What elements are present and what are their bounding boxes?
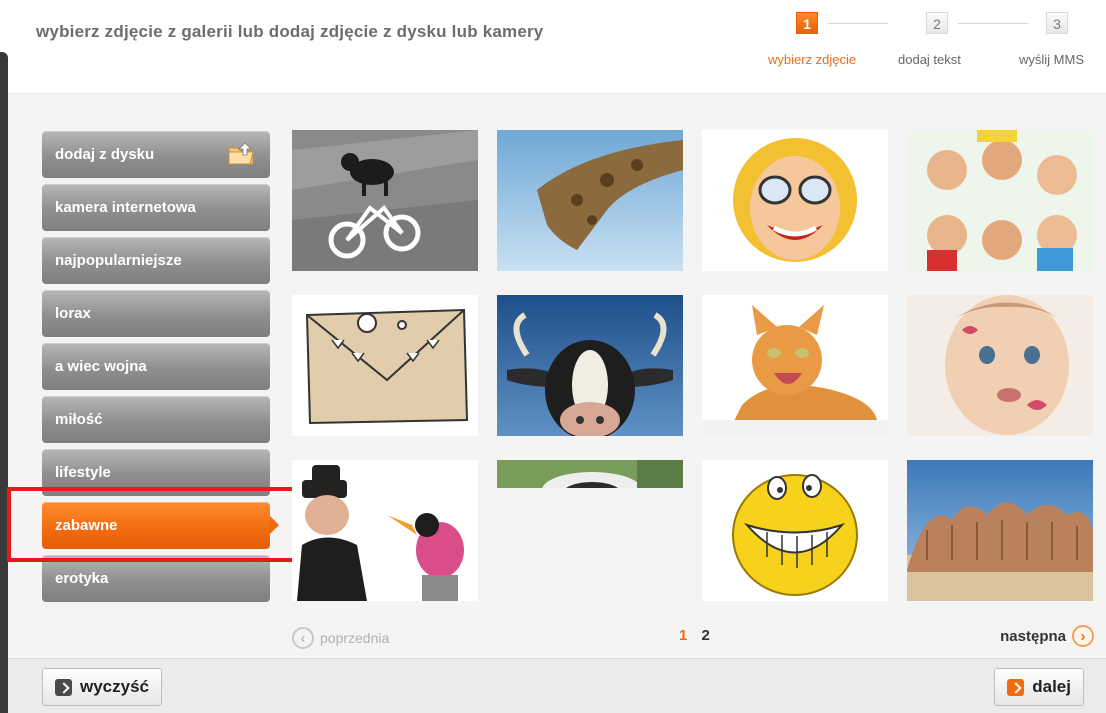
sidebar-item-milosc[interactable]: miłość: [42, 396, 270, 443]
folder-upload-icon: [228, 142, 254, 165]
dog-on-bicycle-sign-image: [292, 130, 478, 271]
left-frame-edge: [0, 52, 8, 713]
step-1-label: wybierz zdjęcie: [768, 52, 857, 67]
step-3-number: 3: [1046, 12, 1068, 34]
cartoon-envelope-image: [292, 295, 478, 436]
step-3-label: wyślij MMS: [1019, 52, 1084, 67]
next-button-label: dalej: [1032, 677, 1071, 696]
page-1-link[interactable]: 1: [679, 627, 687, 644]
page: wybierz zdjęcie z galerii lub dodaj zdję…: [0, 0, 1106, 713]
feet-beach-image: [907, 460, 1093, 601]
sidebar-item-label: najpopularniejsze: [55, 252, 182, 269]
gallery-thumbnail[interactable]: [702, 295, 888, 436]
sidebar-item-label: kamera internetowa: [55, 199, 196, 216]
sidebar-item-label: lorax: [55, 305, 91, 322]
step-connector: [828, 23, 888, 24]
cow-head-image: [497, 295, 683, 436]
cow-nose-image: [497, 460, 683, 488]
gallery-thumbnail[interactable]: [907, 460, 1093, 601]
sidebar-item-lorax[interactable]: lorax: [42, 290, 270, 337]
gallery-thumbnail[interactable]: [907, 295, 1093, 436]
gallery-thumbnail[interactable]: [292, 460, 478, 601]
laughing-kitten-image: [702, 295, 888, 436]
page-numbers: 1 2: [679, 627, 720, 644]
gallery-thumbnail[interactable]: [292, 130, 478, 271]
gallery-thumbnail[interactable]: [702, 130, 888, 271]
sidebar-item-najpopularniejsze[interactable]: najpopularniejsze: [42, 237, 270, 284]
step-2-label: dodaj tekst: [898, 52, 961, 67]
page-2-link[interactable]: 2: [702, 627, 710, 644]
arrow-icon: [1007, 678, 1025, 696]
previous-page-label: poprzednia: [320, 630, 390, 646]
next-page-link[interactable]: następna ›: [1000, 625, 1094, 647]
sidebar-item-label: erotyka: [55, 570, 109, 587]
sidebar-item-label: lifestyle: [55, 464, 111, 481]
selection-highlight: [7, 487, 296, 562]
step-connector: [958, 23, 1028, 24]
step-2-number: 2: [926, 12, 948, 34]
step-1-number: 1: [796, 12, 818, 34]
gallery-thumbnail[interactable]: [292, 295, 478, 436]
action-bar: [8, 658, 1106, 713]
man-with-puppet-image: [292, 460, 478, 601]
next-page-label: następna: [1000, 627, 1066, 645]
giraffe-image: [497, 130, 683, 271]
sidebar-item-erotyka[interactable]: erotyka: [42, 555, 270, 602]
step-indicator: 1 2 3 wybierz zdjęcie dodaj tekst wyślij…: [756, 0, 1106, 90]
clear-button-label: wyczyść: [80, 677, 149, 696]
clear-button[interactable]: wyczyść: [42, 668, 162, 706]
gallery-thumbnail[interactable]: [497, 130, 683, 271]
baby-lipstick-image: [907, 295, 1093, 436]
sidebar-item-label: miłość: [55, 411, 103, 428]
smiley-teeth-image: [702, 460, 888, 601]
cartoon-woman-image: [702, 130, 888, 271]
arrow-left-icon: ‹: [292, 627, 314, 649]
sidebar-item-label: dodaj z dysku: [55, 146, 155, 163]
page-title: wybierz zdjęcie z galerii lub dodaj zdję…: [36, 22, 544, 41]
gallery-thumbnail[interactable]: [497, 460, 683, 488]
sidebar-item-dodaj-z-dysku[interactable]: dodaj z dysku: [42, 131, 270, 178]
sidebar-item-a-wiec-wojna[interactable]: a wiec wojna: [42, 343, 270, 390]
gallery-thumbnail[interactable]: [702, 460, 888, 601]
kids-circle-image: [907, 130, 1093, 271]
next-button[interactable]: dalej: [994, 668, 1084, 706]
arrow-icon: [55, 678, 72, 696]
previous-page-link[interactable]: ‹ poprzednia: [292, 627, 389, 649]
gallery-thumbnail[interactable]: [907, 130, 1093, 271]
gallery-thumbnail[interactable]: [497, 295, 683, 436]
sidebar-item-kamera-internetowa[interactable]: kamera internetowa: [42, 184, 270, 231]
sidebar-item-label: a wiec wojna: [55, 358, 147, 375]
arrow-right-icon: ›: [1072, 625, 1094, 647]
